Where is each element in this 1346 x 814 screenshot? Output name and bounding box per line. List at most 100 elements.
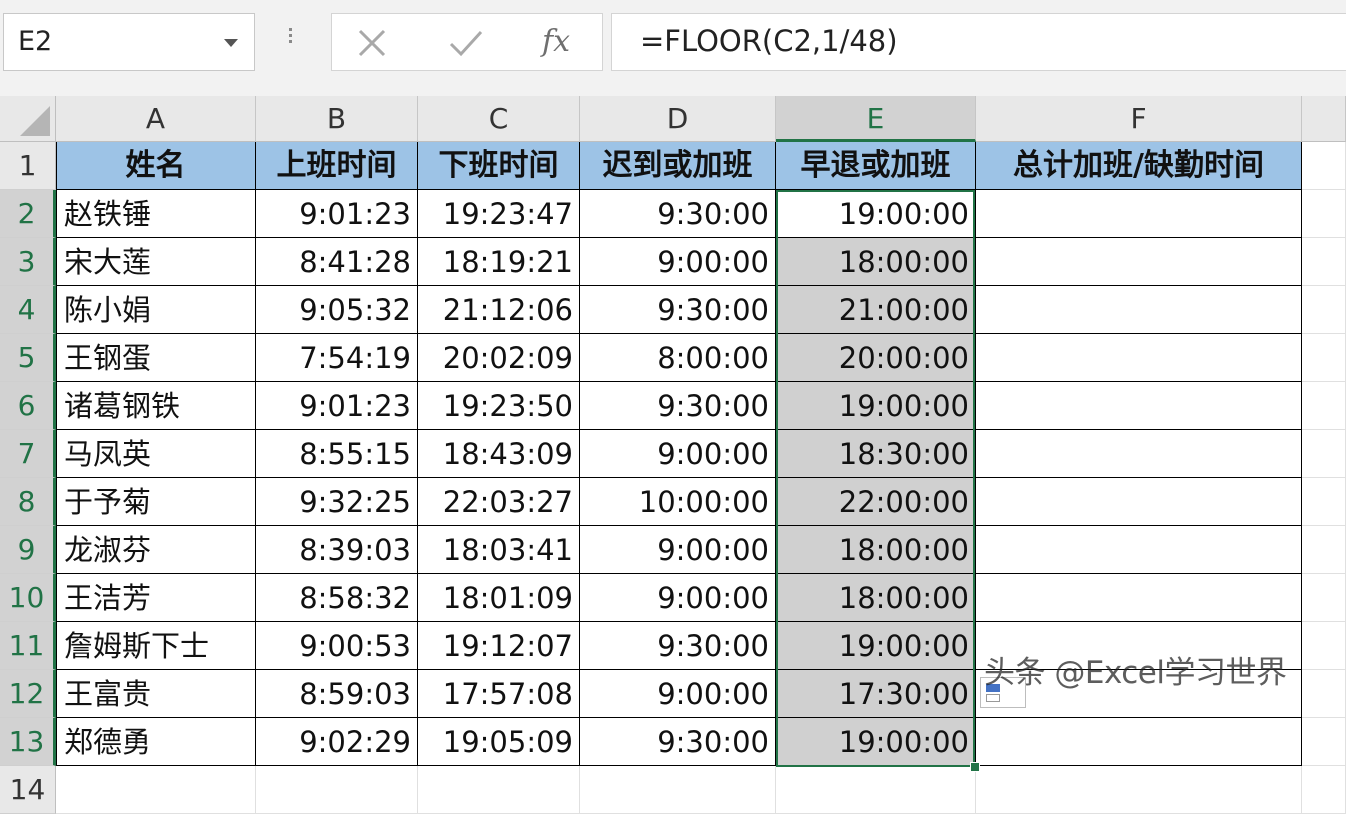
empty-cell[interactable] <box>1302 526 1346 574</box>
table-cell[interactable]: 赵铁锤 <box>56 190 256 238</box>
table-cell[interactable]: 9:01:23 <box>256 190 418 238</box>
table-cell[interactable] <box>976 286 1302 334</box>
select-all-button[interactable] <box>0 96 56 142</box>
column-header-a[interactable]: A <box>56 96 256 142</box>
table-cell[interactable]: 17:57:08 <box>418 670 580 718</box>
empty-cell[interactable] <box>976 766 1302 814</box>
fill-handle[interactable] <box>970 762 980 772</box>
empty-cell[interactable] <box>56 766 256 814</box>
table-cell[interactable]: 9:00:00 <box>580 526 776 574</box>
name-box[interactable]: E2 <box>3 13 255 71</box>
table-cell[interactable]: 18:01:09 <box>418 574 580 622</box>
table-cell[interactable] <box>976 382 1302 430</box>
table-cell[interactable]: 9:30:00 <box>580 286 776 334</box>
row-header-6[interactable]: 6 <box>0 382 56 430</box>
table-cell[interactable]: 9:32:25 <box>256 478 418 526</box>
table-cell[interactable]: 王富贵 <box>56 670 256 718</box>
column-header-b[interactable]: B <box>256 96 418 142</box>
table-cell[interactable]: 诸葛钢铁 <box>56 382 256 430</box>
table-cell[interactable]: 7:54:19 <box>256 334 418 382</box>
table-cell[interactable]: 19:23:50 <box>418 382 580 430</box>
table-cell[interactable] <box>976 526 1302 574</box>
table-header-cell[interactable]: 早退或加班 <box>776 142 976 190</box>
table-cell[interactable]: 9:30:00 <box>580 622 776 670</box>
formula-input[interactable]: =FLOOR(C2,1/48) <box>611 13 1346 71</box>
table-cell[interactable]: 22:00:00 <box>776 478 976 526</box>
check-icon[interactable] <box>426 14 506 70</box>
table-header-cell[interactable]: 总计加班/缺勤时间 <box>976 142 1302 190</box>
empty-cell[interactable] <box>1302 718 1346 766</box>
column-header-f[interactable]: F <box>976 96 1302 142</box>
table-cell[interactable]: 王洁芳 <box>56 574 256 622</box>
table-cell[interactable]: 18:30:00 <box>776 430 976 478</box>
row-header-5[interactable]: 5 <box>0 334 56 382</box>
empty-cell[interactable] <box>1302 430 1346 478</box>
table-header-cell[interactable]: 姓名 <box>56 142 256 190</box>
table-cell[interactable]: 宋大莲 <box>56 238 256 286</box>
table-header-cell[interactable]: 下班时间 <box>418 142 580 190</box>
empty-cell[interactable] <box>1302 670 1346 718</box>
row-header-8[interactable]: 8 <box>0 478 56 526</box>
column-header-c[interactable]: C <box>418 96 580 142</box>
insert-function-icon[interactable]: fx <box>516 14 596 70</box>
row-header-4[interactable]: 4 <box>0 286 56 334</box>
table-cell[interactable]: 10:00:00 <box>580 478 776 526</box>
table-cell[interactable]: 19:12:07 <box>418 622 580 670</box>
empty-cell[interactable] <box>1302 622 1346 670</box>
table-cell[interactable]: 22:03:27 <box>418 478 580 526</box>
table-cell[interactable]: 18:43:09 <box>418 430 580 478</box>
table-cell[interactable]: 18:00:00 <box>776 574 976 622</box>
table-cell[interactable]: 8:00:00 <box>580 334 776 382</box>
table-cell[interactable]: 20:00:00 <box>776 334 976 382</box>
table-cell[interactable]: 9:00:00 <box>580 238 776 286</box>
table-cell[interactable]: 9:02:29 <box>256 718 418 766</box>
table-cell[interactable]: 陈小娟 <box>56 286 256 334</box>
table-cell[interactable]: 9:30:00 <box>580 718 776 766</box>
table-cell[interactable]: 8:41:28 <box>256 238 418 286</box>
empty-cell[interactable] <box>1302 478 1346 526</box>
row-header-14[interactable]: 14 <box>0 766 56 814</box>
table-cell[interactable]: 9:30:00 <box>580 382 776 430</box>
table-cell[interactable]: 19:00:00 <box>776 382 976 430</box>
table-cell[interactable] <box>976 190 1302 238</box>
table-cell[interactable]: 9:00:00 <box>580 430 776 478</box>
table-header-cell[interactable]: 迟到或加班 <box>580 142 776 190</box>
table-cell[interactable]: 18:19:21 <box>418 238 580 286</box>
empty-cell[interactable] <box>1302 286 1346 334</box>
table-cell[interactable]: 19:00:00 <box>776 622 976 670</box>
table-cell[interactable] <box>976 718 1302 766</box>
table-cell[interactable]: 9:05:32 <box>256 286 418 334</box>
empty-cell[interactable] <box>1302 190 1346 238</box>
table-header-cell[interactable]: 上班时间 <box>256 142 418 190</box>
table-cell[interactable]: 8:59:03 <box>256 670 418 718</box>
table-cell[interactable]: 8:39:03 <box>256 526 418 574</box>
empty-cell[interactable] <box>1302 238 1346 286</box>
table-cell[interactable]: 19:00:00 <box>776 718 976 766</box>
row-header-7[interactable]: 7 <box>0 430 56 478</box>
table-cell[interactable]: 17:30:00 <box>776 670 976 718</box>
table-cell[interactable]: 18:03:41 <box>418 526 580 574</box>
table-cell[interactable]: 21:00:00 <box>776 286 976 334</box>
empty-cell[interactable] <box>1302 142 1346 190</box>
table-cell[interactable]: 马凤英 <box>56 430 256 478</box>
empty-cell[interactable] <box>256 766 418 814</box>
table-cell[interactable]: 9:30:00 <box>580 190 776 238</box>
table-cell[interactable] <box>976 430 1302 478</box>
table-cell[interactable]: 9:01:23 <box>256 382 418 430</box>
column-header-d[interactable]: D <box>580 96 776 142</box>
empty-cell[interactable] <box>418 766 580 814</box>
row-header-9[interactable]: 9 <box>0 526 56 574</box>
table-cell[interactable]: 19:00:00 <box>776 190 976 238</box>
table-cell[interactable]: 龙淑芬 <box>56 526 256 574</box>
table-cell[interactable] <box>976 238 1302 286</box>
table-cell[interactable]: 郑德勇 <box>56 718 256 766</box>
table-cell[interactable]: 19:23:47 <box>418 190 580 238</box>
empty-cell[interactable] <box>580 766 776 814</box>
table-cell[interactable] <box>976 334 1302 382</box>
table-cell[interactable]: 9:00:00 <box>580 670 776 718</box>
table-cell[interactable]: 8:58:32 <box>256 574 418 622</box>
empty-cell[interactable] <box>1302 382 1346 430</box>
table-cell[interactable]: 詹姆斯下士 <box>56 622 256 670</box>
table-cell[interactable]: 9:00:53 <box>256 622 418 670</box>
empty-cell[interactable] <box>1302 574 1346 622</box>
